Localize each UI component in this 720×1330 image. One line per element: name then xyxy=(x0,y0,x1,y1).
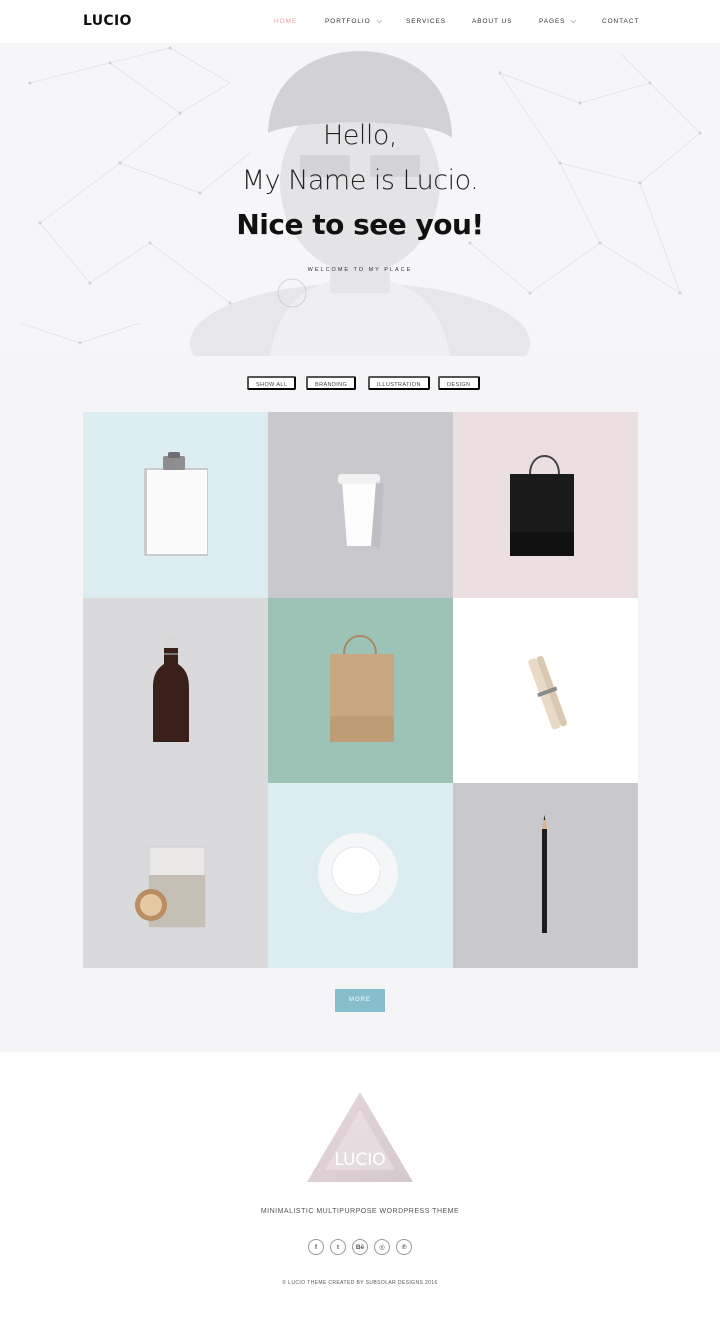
copyright-text: © LUCIO THEME CREATED BY SUBSOLAR DESIGN… xyxy=(282,1280,438,1286)
facebook-icon[interactable]: f xyxy=(308,1239,324,1255)
site-footer: LUCIO MINIMALISTIC MULTIPURPOSE WORDPRES… xyxy=(0,1052,720,1330)
footer-tagline: MINIMALISTIC MULTIPURPOSE WORDPRESS THEM… xyxy=(260,1208,460,1215)
hero-headline: Nice to see you! xyxy=(236,208,484,241)
filter-design[interactable]: DESIGN xyxy=(438,376,480,390)
portfolio-item-pencil[interactable] xyxy=(453,783,638,968)
portfolio-item-kraft-bag[interactable] xyxy=(268,598,453,783)
nav-item-contact[interactable]: CONTACT xyxy=(602,18,639,25)
coffee-cup-image xyxy=(338,474,384,548)
twitter-icon[interactable]: t xyxy=(330,1239,346,1255)
portfolio-item-clipboard[interactable] xyxy=(83,412,268,598)
nav-item-home[interactable]: HOME xyxy=(274,18,297,25)
nav-label: PORTFOLIO xyxy=(325,18,371,25)
portfolio-section: SHOW ALL BRANDING ILLUSTRATION DESIGN MO… xyxy=(0,356,720,1052)
filter-branding[interactable]: BRANDING xyxy=(306,376,357,390)
portfolio-filters: SHOW ALL BRANDING ILLUSTRATION DESIGN xyxy=(0,376,720,392)
footer-logo[interactable]: LUCIO xyxy=(305,1090,415,1190)
footer-logo-text: LUCIO xyxy=(334,1150,385,1170)
nav-item-portfolio[interactable]: PORTFOLIO xyxy=(325,17,382,25)
chevron-down-icon xyxy=(376,17,382,23)
filter-illustration[interactable]: ILLUSTRATION xyxy=(368,376,430,390)
glass-jar-image xyxy=(135,846,206,928)
nav-label: ABOUT US xyxy=(472,18,513,25)
hero-subtitle: WELCOME TO MY PLACE xyxy=(307,267,413,273)
nav-label: SERVICES xyxy=(406,18,446,25)
clipboard-image xyxy=(144,452,208,556)
nav-item-services[interactable]: SERVICES xyxy=(406,18,446,25)
filter-show-all[interactable]: SHOW ALL xyxy=(247,376,297,390)
portfolio-grid xyxy=(83,412,638,968)
hero-greeting: Hello, xyxy=(322,120,398,151)
cup-saucer-image xyxy=(318,833,398,913)
portrait-illustration xyxy=(190,51,530,356)
portfolio-item-bottle[interactable] xyxy=(83,598,268,783)
more-button[interactable]: MORE xyxy=(335,989,385,1012)
portfolio-item-glass-jar[interactable] xyxy=(83,783,268,968)
kraft-bag-image xyxy=(330,635,394,742)
hero-name: My Name is Lucio. xyxy=(241,165,479,196)
portfolio-item-clothespin[interactable] xyxy=(453,598,638,783)
instagram-icon[interactable]: ◎ xyxy=(374,1239,390,1255)
social-links: f t Bē ◎ ℗ xyxy=(308,1239,412,1255)
nav-label: HOME xyxy=(274,18,298,25)
clothespin-image xyxy=(528,656,567,730)
portfolio-item-coffee-cup[interactable] xyxy=(268,412,453,598)
hero-background-illustration xyxy=(19,46,702,356)
portfolio-item-cup-saucer[interactable] xyxy=(268,783,453,968)
behance-icon[interactable]: Bē xyxy=(352,1239,368,1255)
portfolio-item-black-bag[interactable] xyxy=(453,412,638,598)
hero-section: Hello, My Name is Lucio. Nice to see you… xyxy=(0,43,720,356)
nav-label: PAGES xyxy=(539,18,566,25)
bottle-image xyxy=(153,634,189,742)
site-header: LUCIO HOME PORTFOLIO SERVICES ABOUT US P… xyxy=(0,0,720,43)
black-bag-image xyxy=(510,455,574,556)
pinterest-icon[interactable]: ℗ xyxy=(396,1239,412,1255)
main-nav: HOME PORTFOLIO SERVICES ABOUT US PAGES C… xyxy=(0,17,720,28)
nav-item-about-us[interactable]: ABOUT US xyxy=(472,18,512,25)
chevron-down-icon xyxy=(571,17,577,23)
nav-item-pages[interactable]: PAGES xyxy=(539,17,577,25)
pencil-image xyxy=(542,815,547,933)
nav-label: CONTACT xyxy=(602,18,640,25)
